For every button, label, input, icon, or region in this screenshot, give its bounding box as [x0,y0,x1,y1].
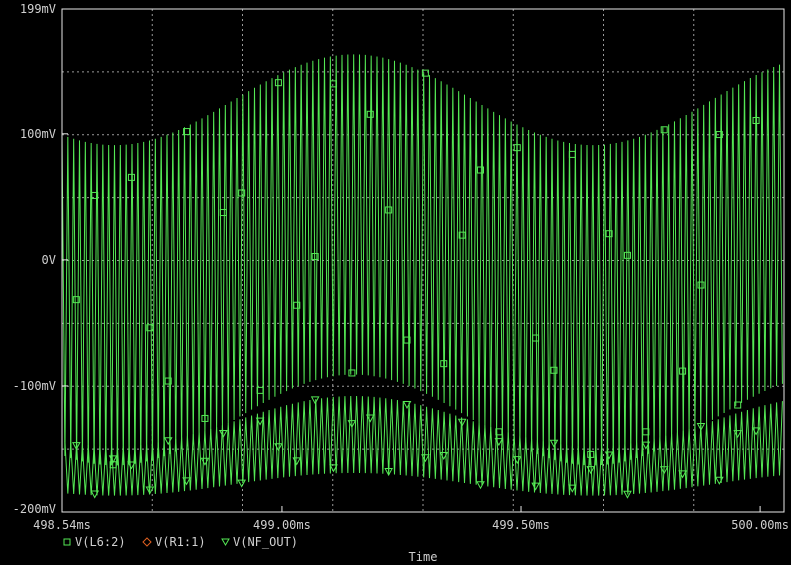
series-marker [512,456,522,465]
series-marker [385,206,393,214]
series-marker [200,457,210,466]
series-marker [237,479,247,488]
x-axis-ticks: 498.54ms 499.00ms 499.50ms 500.00ms [33,506,789,532]
series-marker [568,150,576,158]
legend-diamond-icon [142,537,152,547]
y-tick-label: 100mV [20,127,56,141]
series-line [61,54,783,466]
series-marker [623,251,631,259]
x-axis-label: Time [409,550,438,564]
series-marker [697,281,705,289]
legend: V(L6:2) V(R1:1) V(NF_OUT) [63,535,298,549]
legend-square-icon [63,538,71,546]
series-marker [531,482,540,491]
series-marker [549,439,559,448]
x-tick-label: 498.54ms [33,518,91,532]
series-marker [274,443,283,452]
y-axis-ticks: 199mV 100mV 0V -100mV -200mV [13,2,68,516]
chart: 199mV 100mV 0V -100mV -200mV 498.54ms 499.00m… [13,2,789,564]
series-line [64,396,783,496]
legend-triangle-icon [221,538,230,546]
series-marker [660,126,668,134]
series-marker [274,79,282,87]
y-tick-label: -100mV [13,379,56,393]
series-marker [310,396,320,405]
series-marker [163,437,173,446]
y-tick-label: -200mV [13,502,56,516]
legend-label: V(NF_OUT) [233,535,298,549]
x-tick-label: 500.00ms [731,518,789,532]
legend-label: V(L6:2) [75,535,126,549]
y-tick-label: 0V [42,253,56,267]
legend-label: V(R1:1) [155,535,206,549]
series-marker [476,481,485,490]
x-tick-label: 499.00ms [253,518,311,532]
y-tick-label: 199mV [20,2,56,16]
series-marker [348,369,356,377]
series-marker [532,334,540,342]
traces [61,54,783,496]
x-tick-label: 499.50ms [492,518,550,532]
series-marker [219,209,227,217]
